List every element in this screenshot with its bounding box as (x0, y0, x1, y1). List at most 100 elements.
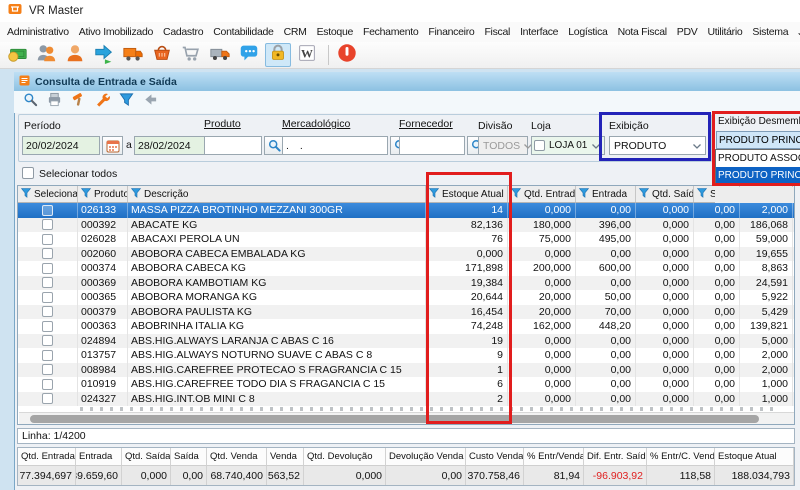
loja-checkbox[interactable] (534, 140, 545, 151)
select-all-label: Selecionar todos (39, 168, 117, 180)
table-row[interactable]: 000365ABOBORA MORANGA KG20,64420,00050,0… (18, 290, 794, 305)
row-checkbox[interactable] (42, 219, 53, 230)
menu-item-sistema[interactable]: Sistema (747, 24, 793, 40)
toolbar-button-delivery[interactable] (207, 43, 233, 67)
row-checkbox[interactable] (42, 277, 53, 288)
dropdown-option-produto-associado[interactable]: PRODUTO ASSOCIADO (716, 150, 800, 167)
child-toolbar-button-search[interactable] (20, 93, 40, 112)
menu-item-estoque[interactable]: Estoque (312, 24, 358, 40)
delivery-icon (209, 42, 231, 69)
cell-selecionado (18, 348, 78, 363)
exibicao-desmembramento-select[interactable]: PRODUTO PRINCIPAL (716, 131, 800, 149)
mercadologico-input[interactable] (282, 136, 388, 155)
row-checkbox[interactable] (42, 350, 53, 361)
toolbar-button-customer[interactable] (62, 43, 88, 67)
table-row[interactable]: 002060ABOBORA CABECA EMBALADA KG0,0000,0… (18, 247, 794, 262)
row-checkbox[interactable] (42, 205, 53, 216)
toolbar-button-cart[interactable] (178, 43, 204, 67)
row-checkbox[interactable] (42, 306, 53, 317)
child-toolbar-button-filter[interactable] (116, 93, 136, 112)
row-checkbox[interactable] (42, 234, 53, 245)
cell-entrada: 0,00 (576, 247, 636, 262)
row-checkbox[interactable] (42, 364, 53, 375)
menu-item-janela[interactable]: Janela (793, 24, 800, 40)
menu-item-interface[interactable]: Interface (515, 24, 563, 40)
produto-label[interactable]: Produto (204, 118, 241, 130)
table-row[interactable]: 000363ABOBRINHA ITALIA KG74,248162,00044… (18, 319, 794, 334)
cell-qtd_saida: 0,000 (636, 203, 694, 218)
column-header-estoque-atual[interactable]: Estoque Atual (426, 186, 508, 202)
menu-item-fiscal[interactable]: Fiscal (479, 24, 515, 40)
table-row[interactable]: 000392ABACATE KG82,136180,000396,000,000… (18, 218, 794, 233)
column-header-selecionado[interactable]: Selecionado (18, 186, 78, 202)
periodo-to-input[interactable] (134, 136, 212, 155)
toolbar-button-customers[interactable] (33, 43, 59, 67)
table-row[interactable]: 000379ABOBORA PAULISTA KG16,45420,00070,… (18, 305, 794, 320)
table-row[interactable]: 013757ABS.HIG.ALWAYS NOTURNO SUAVE C ABA… (18, 348, 794, 363)
table-row[interactable]: 024894ABS.HIG.ALWAYS LARANJA C ABAS C 16… (18, 334, 794, 349)
child-toolbar-button-back[interactable] (140, 93, 160, 112)
menu-item-administrativo[interactable]: Administrativo (2, 24, 74, 40)
menu-item-fechamento[interactable]: Fechamento (358, 24, 423, 40)
row-checkbox[interactable] (42, 292, 53, 303)
table-row[interactable]: 026133MASSA PIZZA BROTINHO MEZZANI 300GR… (18, 203, 794, 218)
toolbar-button-exit[interactable] (334, 43, 360, 67)
loja-select[interactable]: LOJA 01 (531, 136, 605, 155)
row-checkbox[interactable] (42, 321, 53, 332)
cell-produto: 000369 (78, 276, 128, 291)
child-window-titlebar[interactable]: Consulta de Entrada e Saída (14, 72, 800, 91)
toolbar-button-basket[interactable] (149, 43, 175, 67)
cell-selecionado (18, 247, 78, 262)
column-header-qtd-entrada[interactable]: Qtd. Entrada (508, 186, 576, 202)
mercadologico-label[interactable]: Mercadológico (282, 118, 350, 130)
cell-qtd_entrada: 20,000 (508, 305, 576, 320)
column-header-descricao[interactable]: Descrição (128, 186, 426, 202)
column-header-label: Entrada (592, 189, 627, 200)
child-toolbar-button-hammer[interactable] (68, 93, 88, 112)
row-checkbox[interactable] (42, 335, 53, 346)
table-row[interactable]: 000374ABOBORA CABECA KG171,898200,000600… (18, 261, 794, 276)
column-header-entrada[interactable]: Entrada (576, 186, 636, 202)
divisao-select[interactable]: TODOS (478, 136, 528, 155)
periodo-from-calendar-button[interactable] (102, 136, 123, 155)
horizontal-scrollbar-thumb[interactable] (30, 415, 759, 423)
toolbar-button-truck[interactable] (120, 43, 146, 67)
exibicao-select[interactable]: PRODUTO (609, 136, 706, 155)
row-checkbox[interactable] (42, 379, 53, 390)
toolbar-button-word[interactable]: W (294, 43, 320, 67)
toolbar-button-chat[interactable] (236, 43, 262, 67)
row-checkbox[interactable] (42, 248, 53, 259)
menu-item-logistica[interactable]: Logística (563, 24, 612, 40)
row-checkbox[interactable] (42, 393, 53, 404)
cell-extra: 1,000 (740, 377, 793, 392)
produto-input[interactable] (204, 136, 262, 155)
toolbar-button-money[interactable] (4, 43, 30, 67)
column-header-qtd-saida[interactable]: Qtd. Saída (636, 186, 694, 202)
menu-item-utilitario[interactable]: Utilitário (702, 24, 747, 40)
dropdown-option-produto-principal[interactable]: PRODUTO PRINCIPAL (716, 167, 800, 184)
table-row[interactable]: 010919ABS.HIG.CAREFREE TODO DIA S FRAGAN… (18, 377, 794, 392)
menu-item-cadastro[interactable]: Cadastro (158, 24, 208, 40)
table-row[interactable]: 026028ABACAXI PEROLA UN7675,000495,000,0… (18, 232, 794, 247)
table-row[interactable]: 008984ABS.HIG.CAREFREE PROTECAO S FRAGRA… (18, 363, 794, 378)
select-all-checkbox[interactable] (22, 167, 34, 179)
child-toolbar-button-print[interactable] (44, 93, 64, 112)
column-header-produto[interactable]: Produto (78, 186, 128, 202)
menu-item-ativo-imobilizado[interactable]: Ativo Imobilizado (74, 24, 158, 40)
menu-item-crm[interactable]: CRM (279, 24, 312, 40)
horizontal-scrollbar[interactable] (19, 412, 794, 424)
row-checkbox[interactable] (42, 263, 53, 274)
table-row[interactable]: 000369ABOBORA KAMBOTIAM KG19,3840,0000,0… (18, 276, 794, 291)
toolbar-button-transfer[interactable] (91, 43, 117, 67)
child-toolbar-button-wrench[interactable] (92, 93, 112, 112)
toolbar-button-lock[interactable] (265, 43, 291, 67)
menu-item-pdv[interactable]: PDV (672, 24, 703, 40)
menu-item-financeiro[interactable]: Financeiro (423, 24, 479, 40)
main-toolbar: W (0, 42, 800, 69)
fornecedor-label[interactable]: Fornecedor (399, 118, 453, 130)
fornecedor-input[interactable] (399, 136, 465, 155)
menu-item-nota-fiscal[interactable]: Nota Fiscal (613, 24, 672, 40)
periodo-from-input[interactable] (22, 136, 100, 155)
table-row[interactable]: 024327ABS.HIG.INT.OB MINI C 820,0000,000… (18, 392, 794, 407)
menu-item-contabilidade[interactable]: Contabilidade (208, 24, 278, 40)
